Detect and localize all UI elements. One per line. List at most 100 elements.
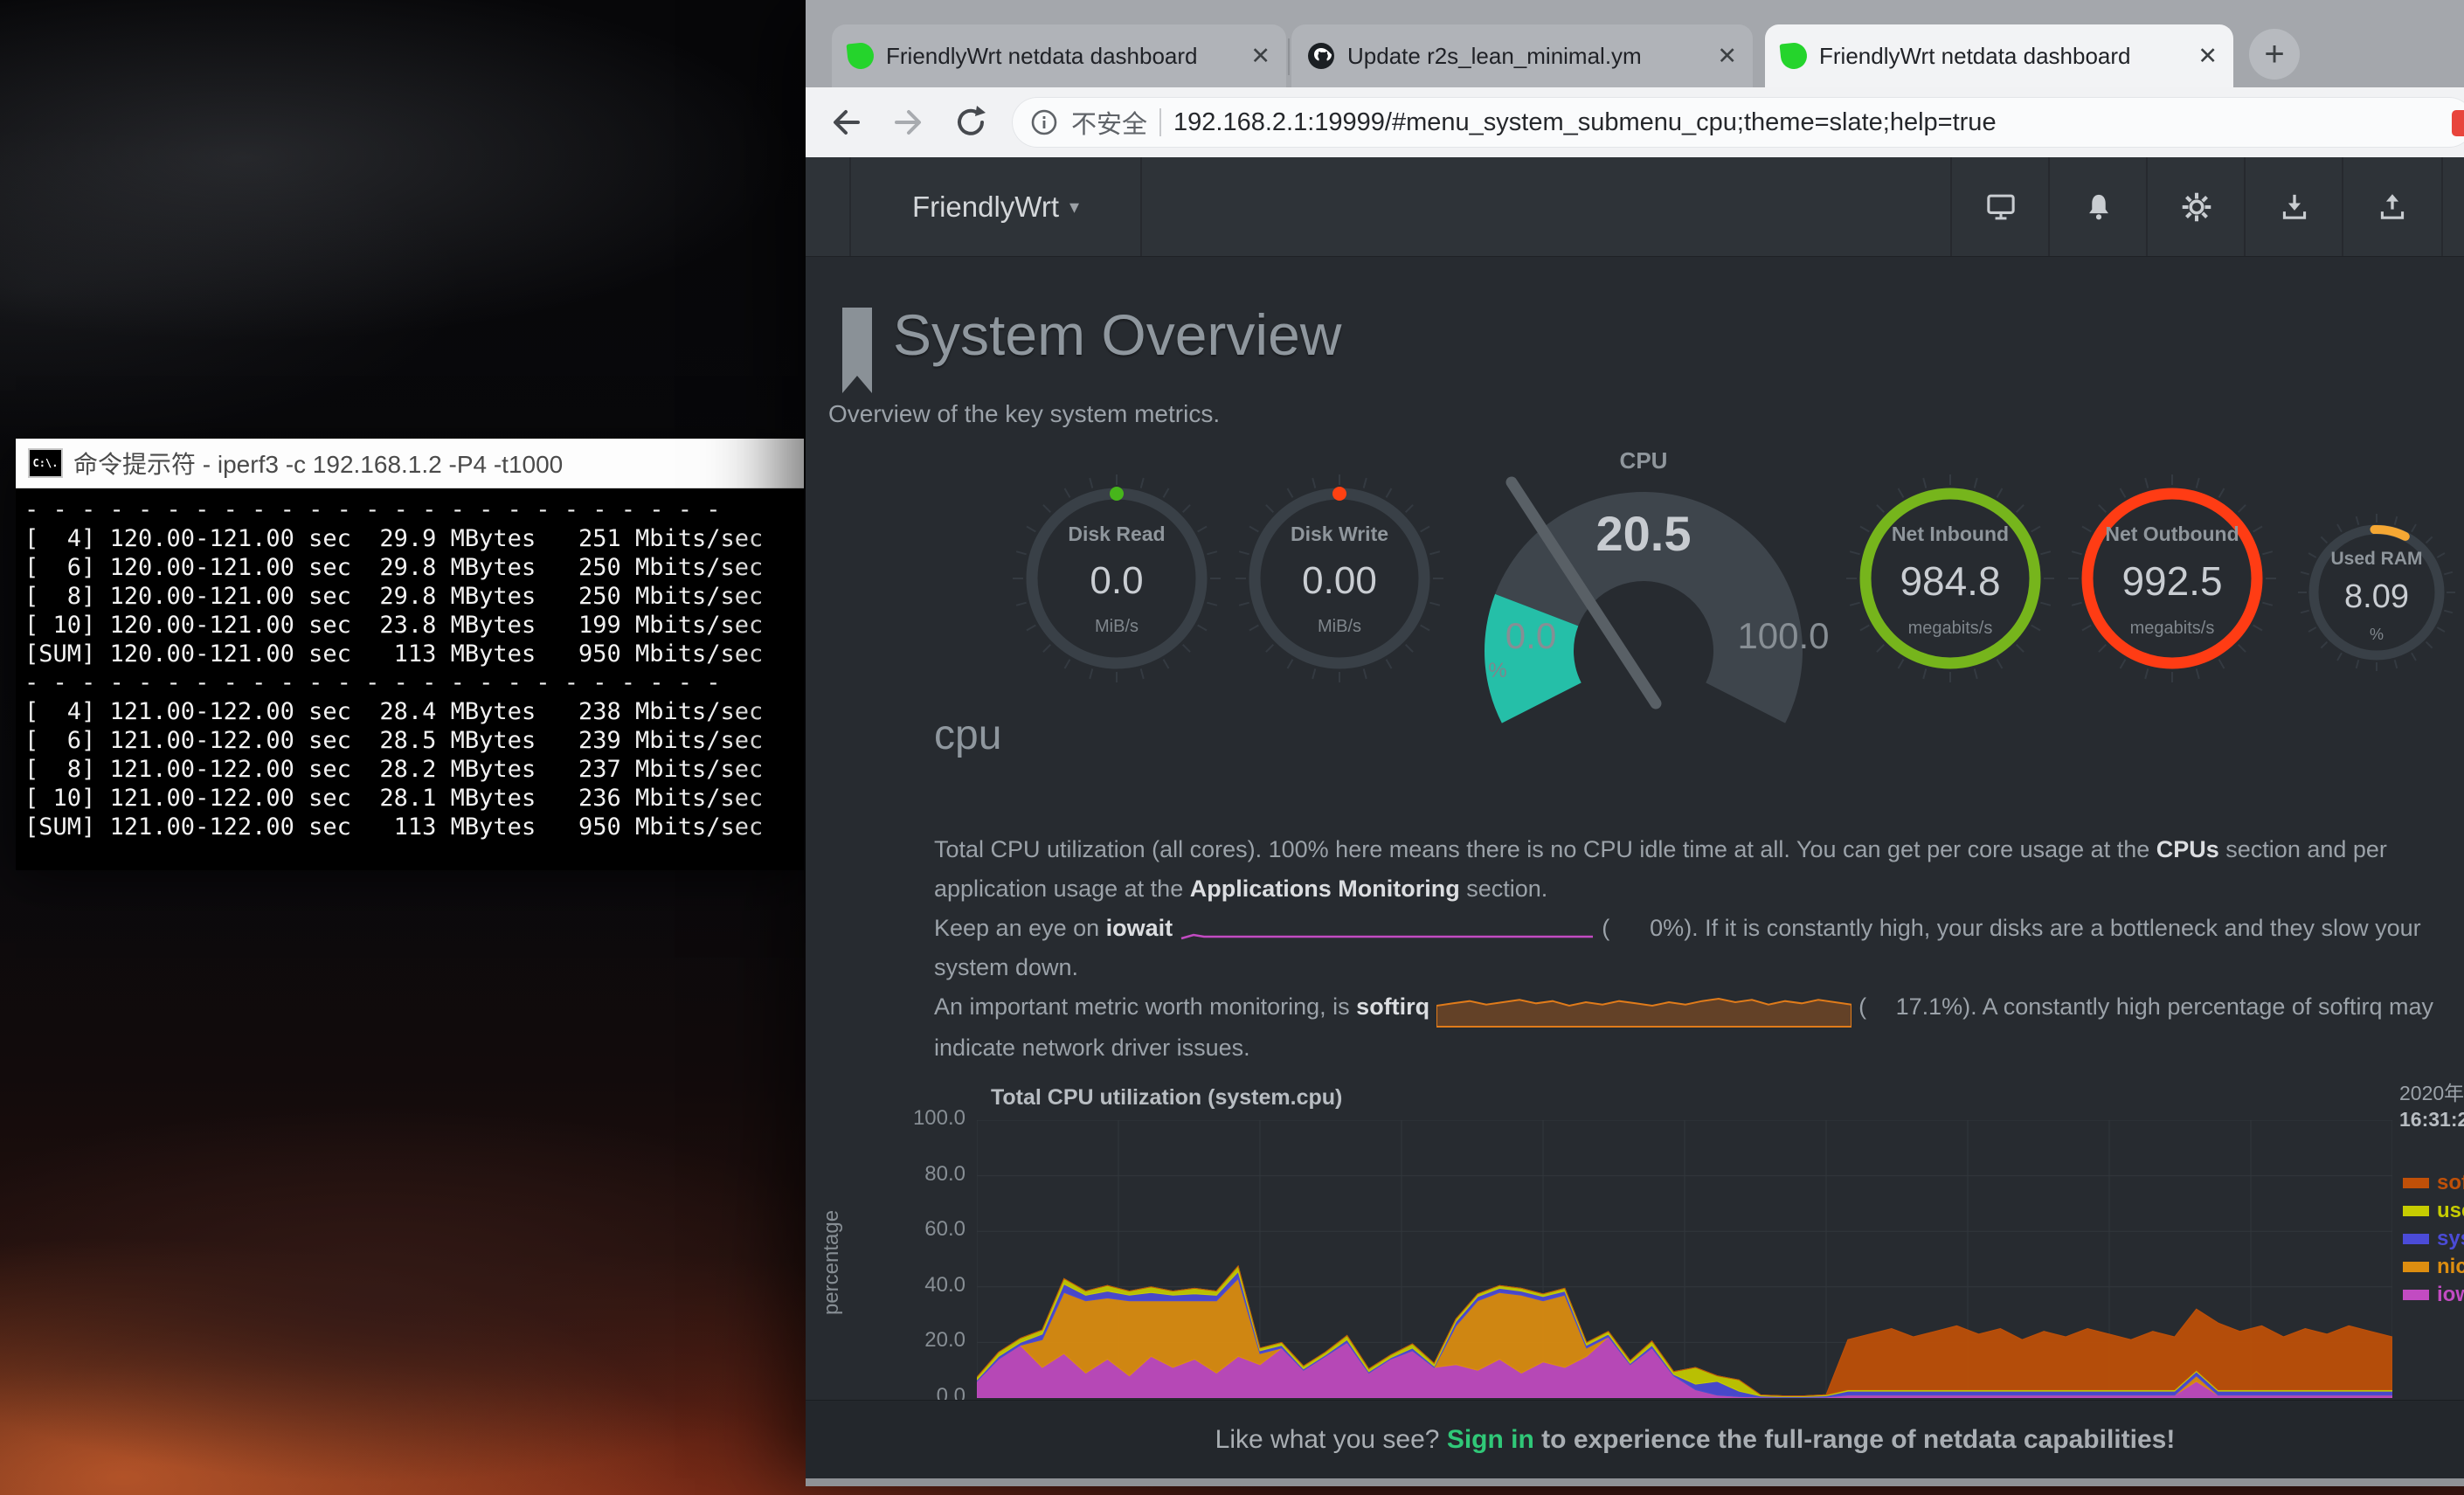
cpu-utilization-chart[interactable] xyxy=(977,1120,2392,1398)
disk-write-gauge[interactable] xyxy=(1226,465,1453,692)
legend-label: softirq xyxy=(2437,1171,2464,1195)
chart-date: 2020年316:31:2 xyxy=(2399,1080,2464,1132)
github-favicon-icon xyxy=(1307,42,1335,70)
signin-text: Like what you see? Sign in to experience… xyxy=(806,1401,2464,1479)
tab-github[interactable]: Update r2s_lean_minimal.yml · k ✕ xyxy=(1291,24,1753,87)
download-icon xyxy=(2279,191,2310,223)
used-ram-gauge[interactable] xyxy=(2289,505,2464,680)
settings-button[interactable] xyxy=(2146,157,2246,256)
signin-link[interactable]: Sign in xyxy=(1447,1425,1534,1454)
back-button[interactable] xyxy=(821,98,870,147)
cpu-description: Total CPU utilization (all cores). 100% … xyxy=(934,830,2433,1068)
reload-button[interactable] xyxy=(947,98,996,147)
tab-netdata-2-active[interactable]: FriendlyWrt netdata dashboard ✕ xyxy=(1765,24,2233,87)
terminal-line: [ 4] 120.00-121.00 sec 29.9 MBytes 251 M… xyxy=(24,524,804,553)
applications-monitoring-link[interactable]: Applications Monitoring xyxy=(1190,876,1460,902)
legend-item-system[interactable]: system xyxy=(2403,1225,2464,1253)
signin-bar: Like what you see? Sign in to experience… xyxy=(806,1400,2464,1479)
alarms-button[interactable] xyxy=(2048,157,2148,256)
bookmark-icon xyxy=(842,308,872,393)
bell-icon xyxy=(2083,191,2114,223)
y-tick: 40.0 xyxy=(874,1273,966,1298)
disk-read-gauge[interactable] xyxy=(1003,465,1230,692)
legend-label: user xyxy=(2437,1199,2464,1223)
legend-label: iowait xyxy=(2437,1283,2464,1307)
terminal-output: - - - - - - - - - - - - - - - - - - - - … xyxy=(16,488,804,870)
cpus-link[interactable]: CPUs xyxy=(2156,836,2219,862)
legend-item-nice[interactable]: nice xyxy=(2403,1253,2464,1281)
new-tab-button[interactable]: + xyxy=(2249,29,2300,80)
netdata-favicon-icon xyxy=(1780,42,1809,71)
legend-swatch xyxy=(2403,1206,2429,1216)
tab-label: Update r2s_lean_minimal.yml · k xyxy=(1347,43,1641,70)
host-dropdown[interactable]: FriendlyWrt ▾ xyxy=(849,157,1142,256)
y-tick: 60.0 xyxy=(874,1217,966,1242)
y-tick: 100.0 xyxy=(874,1106,966,1131)
description-line: indicate network driver issues. xyxy=(934,1028,2433,1068)
iowait-sparkline xyxy=(1180,912,1595,947)
terminal-line: [ 10] 120.00-121.00 sec 23.8 MBytes 199 … xyxy=(24,611,804,640)
monitor-icon xyxy=(1985,191,2017,223)
net-inbound-gauge[interactable] xyxy=(1837,465,2064,692)
url-divider xyxy=(1159,108,1161,136)
address-bar[interactable]: 不安全 192.168.2.1:19999/#menu_system_subme… xyxy=(1012,97,2464,148)
import-button[interactable] xyxy=(2244,157,2343,256)
terminal-line: [SUM] 120.00-121.00 sec 113 MBytes 950 M… xyxy=(24,640,804,668)
y-axis-ticks: 100.080.060.040.020.00.0 xyxy=(874,1108,966,1405)
description-line: application usage at the Applications Mo… xyxy=(934,869,2433,909)
cpu-gauge[interactable] xyxy=(1473,463,1814,725)
cmd-icon: C:\. xyxy=(28,448,63,478)
tab-close-icon[interactable]: ✕ xyxy=(1717,43,1737,70)
gear-icon xyxy=(2180,190,2213,224)
softirq-value: 17.1% xyxy=(1866,987,1962,1027)
terminal-line: [ 10] 121.00-122.00 sec 28.1 MBytes 236 … xyxy=(24,784,804,813)
legend-item-user[interactable]: user xyxy=(2403,1197,2464,1225)
softirq-sparkline xyxy=(1436,988,1851,1028)
legend-swatch xyxy=(2403,1290,2429,1300)
section-heading-cpu: cpu xyxy=(934,711,1001,759)
forward-icon xyxy=(889,103,928,142)
tab-separator xyxy=(1288,38,1290,75)
terminal-titlebar[interactable]: C:\. 命令提示符 - iperf3 -c 192.168.1.2 -P4 -… xyxy=(16,439,804,488)
tab-netdata-1[interactable]: FriendlyWrt netdata dashboard ✕ xyxy=(832,24,1286,87)
description-line: Keep an eye on iowait(0%). If it is cons… xyxy=(934,909,2433,948)
host-name: FriendlyWrt xyxy=(912,190,1059,224)
forward-button[interactable] xyxy=(884,98,933,147)
terminal-line: - - - - - - - - - - - - - - - - - - - - … xyxy=(24,495,804,524)
screen: C:\. 命令提示符 - iperf3 -c 192.168.1.2 -P4 -… xyxy=(0,0,2464,1495)
security-chip[interactable]: 不安全 xyxy=(1071,104,1147,141)
tab-label: FriendlyWrt netdata dashboard xyxy=(1819,43,2131,70)
page-title: System Overview xyxy=(893,301,1341,368)
back-icon xyxy=(827,103,865,142)
netdata-favicon-icon xyxy=(847,42,876,71)
terminal-line: [ 8] 120.00-121.00 sec 29.8 MBytes 250 M… xyxy=(24,582,804,611)
page-subtitle: Overview of the key system metrics. xyxy=(828,400,1220,428)
tab-close-icon[interactable]: ✕ xyxy=(1250,43,1270,70)
caret-down-icon: ▾ xyxy=(1069,196,1079,218)
legend-label: system xyxy=(2437,1227,2464,1251)
description-line: Total CPU utilization (all cores). 100% … xyxy=(934,830,2433,869)
terminal-title: 命令提示符 - iperf3 -c 192.168.1.2 -P4 -t1000 xyxy=(73,446,563,481)
net-outbound-gauge[interactable] xyxy=(2059,465,2286,692)
y-axis-label: percentage xyxy=(820,1175,844,1350)
terminal-line: [ 6] 121.00-122.00 sec 28.5 MBytes 239 M… xyxy=(24,726,804,755)
y-tick: 80.0 xyxy=(874,1162,966,1187)
description-line: An important metric worth monitoring, is… xyxy=(934,987,2433,1028)
url-text[interactable]: 192.168.2.1:19999/#menu_system_submenu_c… xyxy=(1173,108,1997,137)
legend-swatch xyxy=(2403,1262,2429,1272)
legend-swatch xyxy=(2403,1178,2429,1188)
window-bottom-edge[interactable] xyxy=(806,1478,2464,1486)
tab-strip: FriendlyWrt netdata dashboard ✕ Update r… xyxy=(806,0,2464,87)
tab-close-icon[interactable]: ✕ xyxy=(2198,43,2218,70)
legend-item-iowait[interactable]: iowait xyxy=(2403,1281,2464,1309)
y-tick: 20.0 xyxy=(874,1328,966,1353)
terminal-window: C:\. 命令提示符 - iperf3 -c 192.168.1.2 -P4 -… xyxy=(16,439,804,863)
extension-icon[interactable] xyxy=(2452,110,2464,136)
legend-item-softirq[interactable]: softirq xyxy=(2403,1169,2464,1197)
terminal-line: [SUM] 121.00-122.00 sec 113 MBytes 950 M… xyxy=(24,813,804,841)
print-dashboard-button[interactable] xyxy=(1950,157,2050,256)
terminal-line: [ 8] 121.00-122.00 sec 28.2 MBytes 237 M… xyxy=(24,755,804,784)
iowait-value: 0% xyxy=(1609,909,1684,948)
export-button[interactable] xyxy=(2342,157,2443,256)
netdata-page: FriendlyWrt ▾ xyxy=(806,157,2464,1478)
